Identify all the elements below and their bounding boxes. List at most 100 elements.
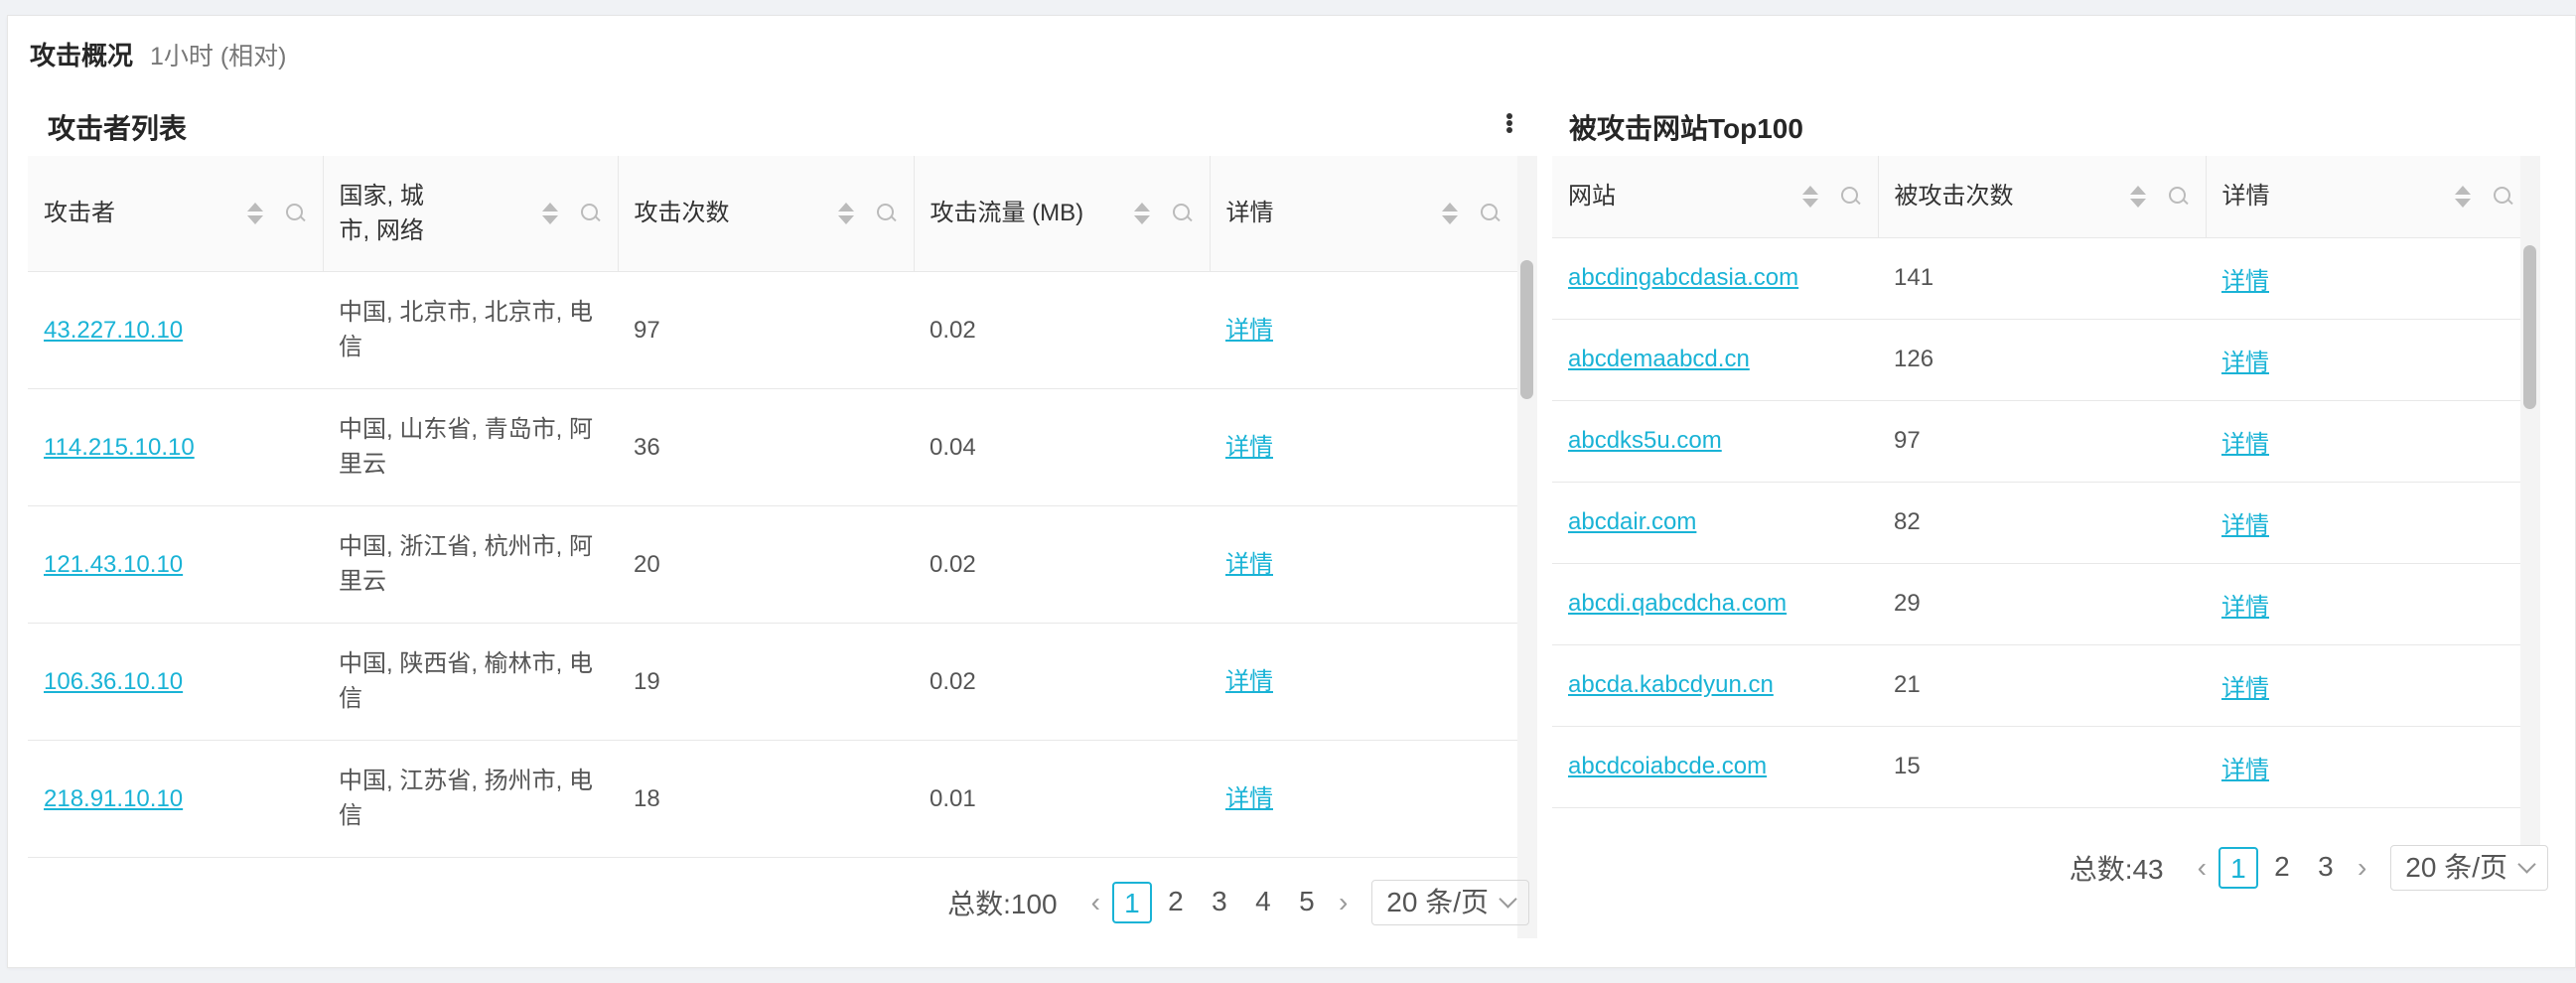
next-page-icon[interactable]: › (2358, 852, 2366, 884)
search-icon[interactable] (1480, 203, 1502, 224)
search-icon[interactable] (2168, 186, 2190, 208)
page-2[interactable]: 2 (2262, 847, 2302, 889)
page-size-select[interactable]: 20 条/页 (1371, 880, 1529, 925)
page-3[interactable]: 3 (1200, 882, 1239, 923)
location-text: 中国, 浙江省, 杭州市, 阿里云 (339, 533, 594, 595)
sort-icon[interactable] (837, 202, 854, 224)
table-row: 218.91.10.10 中国, 江苏省, 扬州市, 电信 18 0.01 详情 (28, 740, 1517, 858)
attacker-ip-link[interactable]: 114.215.10.10 (44, 434, 195, 461)
attacked-count-cell: 15 (1878, 726, 2206, 808)
detail-link[interactable]: 详情 (2221, 512, 2269, 539)
column-header-attacked-count[interactable]: 被攻击次数 (1877, 156, 2206, 238)
detail-link[interactable]: 详情 (2221, 350, 2269, 376)
attacker-table: 攻击者 国家, 城市, 网络 攻击次数 攻击流量 (MB) 详情 43.227.… (28, 156, 1517, 858)
sites-table-scrollbar[interactable] (2520, 156, 2540, 846)
detail-link[interactable]: 详情 (1225, 434, 1273, 461)
sort-icon[interactable] (2455, 185, 2471, 208)
table-row: abcdks5u.com 97 详情 (1552, 400, 2530, 483)
page-size-select[interactable]: 20 条/页 (2390, 845, 2548, 891)
site-link[interactable]: abcdingabcdasia.com (1568, 264, 1798, 291)
page-2[interactable]: 2 (1156, 882, 1196, 923)
column-header-detail[interactable]: 详情 (2205, 156, 2530, 238)
table-row: abcdingabcdasia.com 141 详情 (1552, 237, 2530, 320)
search-icon[interactable] (285, 203, 307, 224)
prev-page-icon[interactable]: ‹ (1091, 887, 1100, 918)
attacked-sites-table: 网站 被攻击次数 详情 abcdingabcdasia.com 141 详情 a… (1552, 156, 2530, 808)
traffic-cell: 0.01 (914, 740, 1210, 858)
attacker-ip-link[interactable]: 43.227.10.10 (44, 317, 183, 344)
attacked-sites-title: 被攻击网站Top100 (1569, 113, 1803, 144)
search-icon[interactable] (580, 203, 602, 224)
detail-link[interactable]: 详情 (2221, 757, 2269, 783)
sites-table-header: 网站 被攻击次数 详情 (1552, 156, 2530, 238)
column-header-detail[interactable]: 详情 (1209, 156, 1517, 272)
table-row: 114.215.10.10 中国, 山东省, 青岛市, 阿里云 36 0.04 … (28, 388, 1517, 506)
sort-icon[interactable] (2129, 185, 2146, 208)
column-header-location[interactable]: 国家, 城市, 网络 (322, 156, 618, 272)
sort-icon[interactable] (541, 202, 558, 224)
sort-icon[interactable] (1133, 202, 1150, 224)
detail-link[interactable]: 详情 (1225, 317, 1273, 344)
location-text: 中国, 陕西省, 榆林市, 电信 (339, 650, 594, 712)
attacked-count-cell: 126 (1878, 319, 2206, 401)
detail-link[interactable]: 详情 (1225, 668, 1273, 695)
scrollbar-thumb[interactable] (1520, 260, 1533, 399)
search-icon[interactable] (2493, 186, 2514, 208)
attacker-list-panel: 攻击者列表 攻击者 国家, 城市, 网络 攻击次数 攻击流量 (MB) 详情 4… (28, 95, 1537, 939)
search-icon[interactable] (1172, 203, 1194, 224)
table-row: abcdair.com 82 详情 (1552, 482, 2530, 564)
detail-link[interactable]: 详情 (2221, 594, 2269, 621)
attacked-count-cell: 141 (1878, 237, 2206, 320)
attacker-ip-link[interactable]: 106.36.10.10 (44, 668, 183, 695)
detail-link[interactable]: 详情 (2221, 268, 2269, 295)
traffic-cell: 0.02 (914, 505, 1210, 624)
attacked-sites-panel: 被攻击网站Top100 网站 被攻击次数 详情 abcdingabcdasia.… (1552, 95, 2560, 939)
page-5[interactable]: 5 (1287, 882, 1327, 923)
prev-page-icon[interactable]: ‹ (2198, 852, 2207, 884)
page-1[interactable]: 1 (1111, 882, 1152, 923)
table-row: 106.36.10.10 中国, 陕西省, 榆林市, 电信 19 0.02 详情 (28, 623, 1517, 741)
sort-icon[interactable] (1442, 202, 1458, 224)
page-3[interactable]: 3 (2306, 847, 2346, 889)
site-link[interactable]: abcda.kabcdyun.cn (1568, 671, 1774, 698)
site-link[interactable]: abcdi.qabcdcha.com (1568, 590, 1787, 617)
sort-icon[interactable] (1801, 185, 1818, 208)
attacker-ip-link[interactable]: 121.43.10.10 (44, 551, 183, 578)
detail-link[interactable]: 详情 (2221, 675, 2269, 702)
time-range-label: 1小时 (相对) (150, 43, 287, 70)
sort-icon[interactable] (246, 202, 263, 224)
search-icon[interactable] (876, 203, 898, 224)
sites-pagination: 总数:43 ‹ 1 2 3 › 20 条/页 (2070, 845, 2548, 891)
total-count: 总数:43 (2069, 854, 2164, 885)
search-icon[interactable] (1840, 186, 1862, 208)
traffic-cell: 0.02 (914, 623, 1210, 741)
site-link[interactable]: abcdemaabcd.cn (1568, 346, 1750, 372)
page-4[interactable]: 4 (1243, 882, 1283, 923)
table-row: 43.227.10.10 中国, 北京市, 北京市, 电信 97 0.02 详情 (28, 271, 1517, 389)
site-link[interactable]: abcdair.com (1568, 508, 1696, 535)
attack-count-cell: 19 (618, 623, 914, 741)
attacked-count-cell: 82 (1878, 482, 2206, 564)
next-page-icon[interactable]: › (1339, 887, 1348, 918)
detail-link[interactable]: 详情 (1225, 551, 1273, 578)
column-header-traffic[interactable]: 攻击流量 (MB) (913, 156, 1210, 272)
attacked-count-cell: 29 (1878, 563, 2206, 645)
site-link[interactable]: abcdcoiabcde.com (1568, 753, 1767, 779)
detail-link[interactable]: 详情 (2221, 431, 2269, 458)
page-1[interactable]: 1 (2218, 847, 2258, 889)
attacker-table-scrollbar[interactable] (1517, 156, 1537, 938)
column-header-attacker[interactable]: 攻击者 (28, 156, 323, 272)
scrollbar-thumb[interactable] (2523, 245, 2536, 409)
location-text: 中国, 北京市, 北京市, 电信 (339, 299, 594, 360)
column-header-site[interactable]: 网站 (1552, 156, 1878, 238)
attacker-ip-link[interactable]: 218.91.10.10 (44, 785, 183, 812)
table-row: abcdi.qabcdcha.com 29 详情 (1552, 563, 2530, 645)
detail-link[interactable]: 详情 (1225, 785, 1273, 812)
attack-count-cell: 20 (618, 505, 914, 624)
more-options-icon[interactable] (1500, 107, 1519, 139)
location-text: 中国, 山东省, 青岛市, 阿里云 (339, 416, 594, 478)
table-row: abcdemaabcd.cn 126 详情 (1552, 319, 2530, 401)
column-header-attack-count[interactable]: 攻击次数 (617, 156, 914, 272)
site-link[interactable]: abcdks5u.com (1568, 427, 1722, 454)
attacked-count-cell: 97 (1878, 400, 2206, 483)
